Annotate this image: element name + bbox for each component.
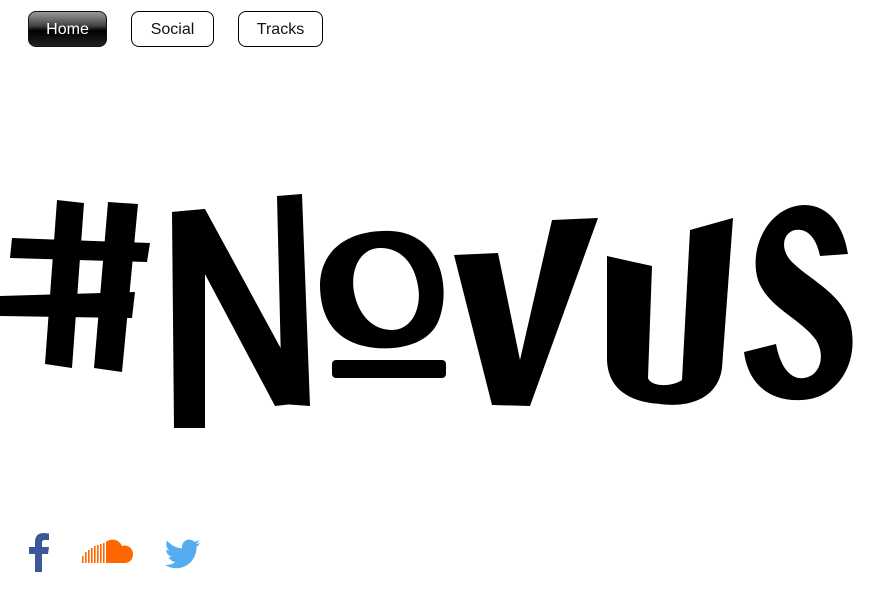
- novus-logo: [0, 194, 853, 428]
- soundcloud-icon[interactable]: [81, 532, 135, 572]
- nav-social-button[interactable]: Social: [131, 11, 214, 47]
- logo-n-glyph: [172, 194, 310, 428]
- logo-u-glyph: [607, 218, 733, 405]
- logo-hash-glyph: [0, 200, 150, 372]
- logo-s-glyph: [744, 205, 853, 401]
- logo-v-glyph: [454, 218, 598, 406]
- nav-tracks-button[interactable]: Tracks: [238, 11, 323, 47]
- facebook-icon[interactable]: [25, 532, 55, 572]
- nav-home-button[interactable]: Home: [28, 11, 107, 47]
- twitter-icon[interactable]: [165, 532, 201, 572]
- page: Home Social Tracks: [0, 0, 896, 597]
- logo-o-glyph: [320, 230, 446, 378]
